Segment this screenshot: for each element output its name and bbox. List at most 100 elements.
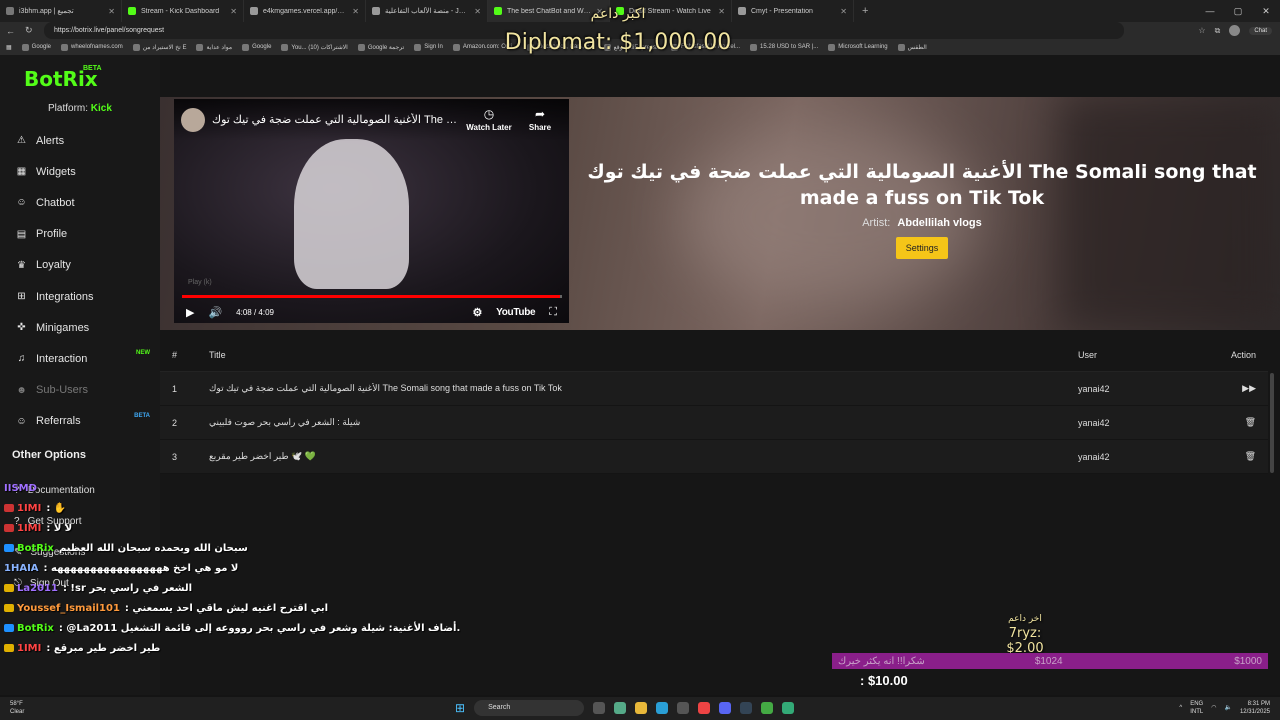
chat-message: IISMD <box>4 478 464 498</box>
browser-tab[interactable]: i3bhm.app | تجميع ✕ <box>0 0 122 22</box>
back-icon[interactable]: ← <box>6 26 15 36</box>
delete-button[interactable]: 🗑 <box>1218 417 1268 428</box>
bookmark-favicon-icon <box>452 43 460 51</box>
youtube-logo[interactable]: YouTube <box>496 307 536 318</box>
store-icon[interactable] <box>677 702 690 714</box>
sidebar-item-profile[interactable]: ▤ Profile <box>0 219 160 250</box>
sidebar-item-interaction[interactable]: ♫ Interaction NEW <box>0 343 160 374</box>
channel-avatar[interactable] <box>181 108 205 132</box>
bookmark-item[interactable]: الطقس <box>897 43 927 51</box>
youtube-player[interactable]: الأغنية الصومالية التي عملت ضجة في تيك ت… <box>174 99 569 323</box>
share-button[interactable]: ➦ Share <box>522 107 558 132</box>
speaker-icon[interactable]: 🔈 <box>1224 704 1231 712</box>
tab-close-icon[interactable]: ✕ <box>474 7 481 16</box>
close-window-icon[interactable]: ✕ <box>1252 0 1280 22</box>
bookmark-item[interactable]: 15.28 USD to SAR |... <box>750 43 818 51</box>
bookmark-item[interactable]: Microsoft Learning <box>828 43 888 51</box>
sidebar-item-minigames[interactable]: ✜ Minigames <box>0 312 160 343</box>
loyalty-icon: ♛ <box>17 259 26 271</box>
row-number: 3 <box>172 451 178 462</box>
start-icon[interactable]: ⊞ <box>455 701 465 715</box>
sidebar-item-label: Minigames <box>36 321 90 334</box>
sidebar-item-integrations[interactable]: ⊞ Integrations <box>0 281 160 312</box>
bookmark-item[interactable]: مواد عداية <box>196 43 232 51</box>
brave-icon[interactable] <box>698 702 711 714</box>
browser-tab[interactable]: Cmyt - Presentation ✕ <box>732 0 854 22</box>
bookmark-item[interactable]: You... الاشتراكات (10) <box>281 43 348 51</box>
bookmark-item[interactable]: Fishisfast US Parcel... <box>671 43 740 51</box>
language-indicator[interactable]: ENG INTL <box>1190 700 1203 716</box>
chat-button[interactable]: Chat <box>1249 26 1272 35</box>
browser-tab[interactable]: Stream - Kick Dashboard ✕ <box>122 0 244 22</box>
profile-avatar[interactable] <box>1229 25 1241 36</box>
bookmark-item[interactable]: Electronics, Cars, F... <box>526 43 594 51</box>
address-bar-row: ← ↻ https://botrix.live/panel/songreques… <box>0 22 1280 39</box>
reload-icon[interactable]: ↻ <box>25 25 33 36</box>
sidebar-item-referrals[interactable]: ☺ Referrals BETA <box>0 406 160 437</box>
browser-tab[interactable]: e4kmgames.vercel.app/games/w ✕ <box>244 0 366 22</box>
copilot-icon[interactable] <box>614 702 627 714</box>
new-tab-icon[interactable]: + <box>854 5 876 17</box>
maximize-icon[interactable]: ▢ <box>1224 0 1252 22</box>
tab-favicon-icon <box>494 7 502 15</box>
steam-icon[interactable] <box>740 702 753 714</box>
bookmark-item[interactable]: موقع AliExpress... <box>603 43 661 51</box>
video-progress-bar[interactable] <box>182 295 562 298</box>
minimize-icon[interactable]: — <box>1196 0 1224 22</box>
other-options-title: Other Options <box>12 449 86 461</box>
tab-close-icon[interactable]: ✕ <box>108 7 115 16</box>
volume-icon[interactable]: 🔊 <box>208 306 222 319</box>
task-view-icon[interactable] <box>593 702 606 714</box>
browser-tab[interactable]: The best ChatBot and Widgets ✕ <box>488 0 610 22</box>
taskbar-search[interactable]: Search <box>474 700 585 716</box>
bookmark-item[interactable]: Amazon.com: Onli... <box>452 43 517 51</box>
song-info: الأغنية الصومالية التي عملت ضجة في تيك ت… <box>580 159 1264 259</box>
bookmark-item[interactable]: wheelofnames.com <box>61 43 123 51</box>
bookmark-item[interactable]: Sign In <box>414 43 443 51</box>
tray-chevron-icon[interactable]: ^ <box>1179 704 1182 712</box>
app-icon[interactable] <box>782 702 795 714</box>
weather-widget[interactable]: 58°F Clear <box>10 700 24 716</box>
play-icon[interactable]: ▶ <box>186 306 194 319</box>
bookmark-item[interactable]: Google <box>21 43 51 51</box>
discord-icon[interactable] <box>719 702 732 714</box>
page-scrollbar[interactable] <box>1270 373 1274 473</box>
delete-button[interactable]: 🗑 <box>1218 451 1268 462</box>
bookmark-item[interactable]: Google <box>242 43 272 51</box>
sidebar-item-sub-users[interactable]: ☻ Sub-Users <box>0 375 160 406</box>
artist-name: Abdellilah vlogs <box>897 217 982 229</box>
watch-later-button[interactable]: ◷ Watch Later <box>464 107 514 132</box>
chat-message: BotRix: @La2011 أضاف الأغنية: شيلة وشعر … <box>4 618 464 638</box>
extensions-icon[interactable]: ⧉ <box>1215 26 1221 36</box>
sidebar-item-alerts[interactable]: ⚠ Alerts <box>0 125 160 156</box>
tab-close-icon[interactable]: ✕ <box>352 7 359 16</box>
chat-message: La2011: !sr الشعر في راسي بحر <box>4 578 464 598</box>
wifi-icon[interactable]: ◠ <box>1211 704 1216 712</box>
clock-icon: ◷ <box>483 107 495 121</box>
browser-tab[interactable]: Dead Stream - Watch Live ✕ <box>610 0 732 22</box>
star-icon[interactable]: ☆ <box>1198 26 1205 35</box>
sidebar-item-loyalty[interactable]: ♛ Loyalty <box>0 250 160 281</box>
settings-button[interactable]: Settings <box>895 237 949 259</box>
bookmark-label: Google <box>252 44 272 50</box>
tab-close-icon[interactable]: ✕ <box>840 7 847 16</box>
video-title[interactable]: الأغنية الصومالية التي عملت ضجة في تيك ت… <box>212 113 462 126</box>
fullscreen-icon[interactable]: ⛶ <box>549 306 557 319</box>
skip-button[interactable]: ▶▶ <box>1218 383 1268 394</box>
chrome-icon[interactable] <box>761 702 774 714</box>
sidebar-item-chatbot[interactable]: ☺ Chatbot <box>0 187 160 218</box>
sidebar-item-widgets[interactable]: ▦ Widgets <box>0 156 160 187</box>
url-input[interactable]: https://botrix.live/panel/songrequest <box>44 22 1124 39</box>
bookmark-item[interactable]: تخ الاستيراد من E <box>132 43 186 51</box>
tab-close-icon[interactable]: ✕ <box>596 7 603 16</box>
file-explorer-icon[interactable] <box>635 702 648 714</box>
tab-close-icon[interactable]: ✕ <box>230 7 237 16</box>
tab-close-icon[interactable]: ✕ <box>718 7 725 16</box>
apps-icon[interactable]: ▦ <box>6 44 12 51</box>
clock[interactable]: 8:31 PM 12/31/2025 <box>1240 700 1270 716</box>
edge-icon[interactable] <box>656 702 669 714</box>
settings-gear-icon[interactable]: ⚙ <box>473 306 483 319</box>
browser-tab[interactable]: منصة الألعاب التفاعلية - Jawlah | جولة ✕ <box>366 0 488 22</box>
alerts-icon: ⚠ <box>17 135 26 147</box>
bookmark-item[interactable]: Google ترجمة <box>357 43 404 51</box>
